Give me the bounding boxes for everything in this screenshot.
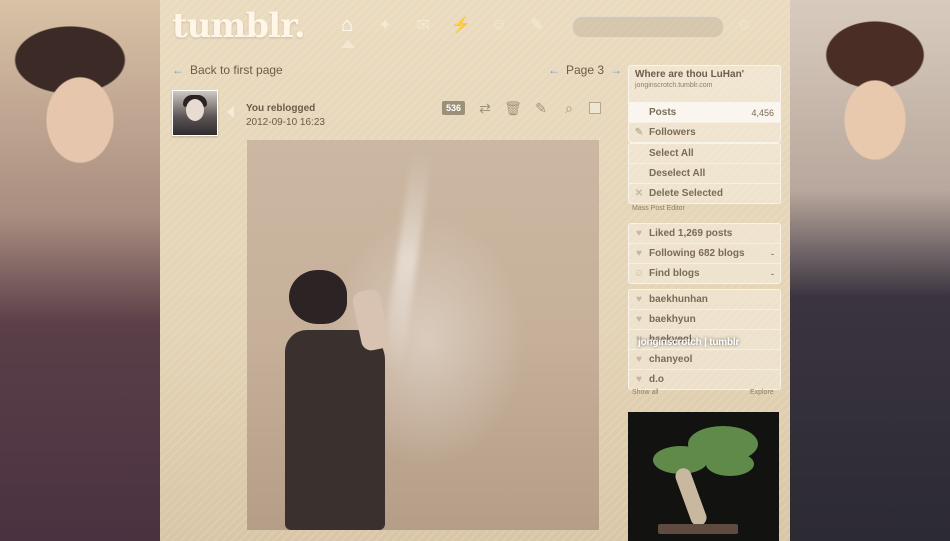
sidebar-item-followers[interactable]: ✎ Followers <box>629 122 780 142</box>
arrow-right-icon[interactable]: → <box>610 63 622 77</box>
watermark-text: jonginscrotch | tumblr <box>638 337 740 348</box>
tag-item[interactable]: ♥ baekhyun <box>629 309 780 329</box>
edit-icon[interactable]: ✎ <box>533 100 549 116</box>
sidebar-item-following[interactable]: ♥ Following 682 blogs - <box>629 243 780 263</box>
explore-icon[interactable]: ✦ <box>374 14 396 36</box>
tag-icon: ♥ <box>636 374 642 385</box>
post-meta: You reblogged 2012-09-10 16:23 <box>246 102 325 130</box>
post-timestamp[interactable]: 2012-09-10 16:23 <box>246 116 325 130</box>
post-avatar[interactable] <box>172 90 218 136</box>
arrow-left-icon[interactable]: ← <box>548 63 560 77</box>
sidebar-bonsai-image[interactable] <box>628 412 779 541</box>
person-icon: ☺ <box>633 268 645 279</box>
blog-url: jonginscrotch.tumblr.com <box>635 82 713 89</box>
home-icon[interactable]: ⌂ <box>336 14 358 36</box>
sidebar-item-find-blogs[interactable]: ☺ Find blogs - <box>629 263 780 283</box>
blog-name: Where are thou LuHan' <box>635 69 745 80</box>
search-box[interactable] <box>572 16 724 38</box>
account-icon[interactable]: ☺ <box>488 14 510 36</box>
tumblr-logo[interactable]: tumblr. <box>172 6 306 46</box>
select-post-checkbox[interactable] <box>589 102 602 114</box>
posts-count: 4,456 <box>751 107 774 118</box>
top-nav: ⌂ ✦ ✉ ⚡ ☺ ✎ <box>336 14 548 36</box>
post-caret <box>227 106 234 118</box>
delete-icon: ✕ <box>634 188 644 199</box>
activity-box: ♥ Liked 1,269 posts ♥ Following 682 blog… <box>628 223 781 284</box>
right-background-photo <box>790 0 950 541</box>
delete-selected-button[interactable]: ✕ Delete Selected <box>629 183 780 203</box>
sidebar-item-liked[interactable]: ♥ Liked 1,269 posts <box>629 224 780 243</box>
tag-item[interactable]: ♥ chanyeol <box>629 349 780 369</box>
following-icon: ♥ <box>636 248 642 259</box>
show-all-link[interactable]: Show all <box>632 389 658 396</box>
messages-icon[interactable]: ✉ <box>412 14 434 36</box>
followers-icon: ✎ <box>634 127 644 138</box>
post-photo[interactable] <box>247 140 599 530</box>
deselect-all-button[interactable]: Deselect All <box>629 163 780 183</box>
left-background-photo <box>0 0 160 541</box>
tag-item[interactable]: ♥ d.o <box>629 369 780 389</box>
activity-icon[interactable]: ⚡ <box>450 14 472 36</box>
mass-edit-box: Select All Deselect All ✕ Delete Selecte… <box>628 143 781 204</box>
active-nav-indicator <box>341 40 355 48</box>
blog-box: Where are thou LuHan' jonginscrotch.tumb… <box>628 65 781 143</box>
tag-item[interactable]: ♥ baekhunhan <box>629 290 780 309</box>
sidebar-item-posts[interactable]: Posts 4,456 <box>629 103 780 122</box>
trash-icon[interactable]: 🗑 <box>504 100 522 116</box>
tag-icon: ♥ <box>636 294 642 305</box>
reblog-icon[interactable]: ⇄ <box>477 100 493 116</box>
compose-icon[interactable]: ✎ <box>526 14 548 36</box>
post-actions: 536 ⇄ 🗑 ✎ ⌕ <box>442 100 602 116</box>
back-to-first-page-link[interactable]: ← Back to first page <box>172 63 283 77</box>
page-label: Page 3 <box>566 63 605 77</box>
page-nav[interactable]: ← Page 3 → <box>548 63 622 77</box>
tag-icon: ♥ <box>636 314 642 325</box>
post-author-line[interactable]: You reblogged <box>246 102 325 116</box>
mass-post-editor-caption: Mass Post Editor <box>632 205 685 212</box>
search-input[interactable] <box>573 17 723 37</box>
heart-icon: ♥ <box>636 228 642 239</box>
search-icon[interactable]: ⌕ <box>561 100 577 116</box>
tag-icon: ♥ <box>636 354 642 365</box>
notes-count-badge[interactable]: 536 <box>442 101 466 115</box>
select-all-button[interactable]: Select All <box>629 144 780 163</box>
dashboard-panel: tumblr. ⌂ ✦ ✉ ⚡ ☺ ✎ ⚙ ← Back to first pa… <box>160 0 790 541</box>
back-label: Back to first page <box>190 63 283 77</box>
explore-link[interactable]: Explore <box>750 389 774 396</box>
blog-header[interactable]: Where are thou LuHan' jonginscrotch.tumb… <box>629 66 780 103</box>
settings-icon[interactable]: ⚙ <box>738 17 751 34</box>
arrow-left-icon: ← <box>172 63 184 77</box>
